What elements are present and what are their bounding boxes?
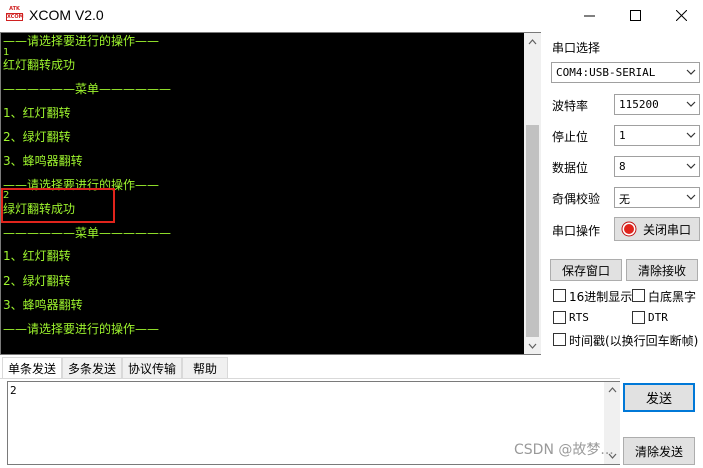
chevron-down-icon	[686, 132, 696, 138]
data-bits-value: 8	[619, 160, 626, 173]
close-port-button[interactable]: 关闭串口	[614, 217, 700, 241]
chevron-down-icon	[686, 101, 696, 107]
baud-value: 115200	[619, 98, 659, 111]
app-logo: ATK XCOM	[6, 6, 24, 24]
scroll-down-icon[interactable]	[524, 337, 541, 354]
white-black-checkbox[interactable]	[632, 289, 645, 302]
logo-text-top: ATK	[9, 6, 20, 12]
tab-divider	[0, 378, 620, 379]
stop-bits-value: 1	[619, 129, 626, 142]
highlight-box	[1, 188, 115, 223]
stop-bits-select[interactable]: 1	[614, 125, 700, 146]
watermark: CSDN @故梦...	[514, 442, 614, 458]
receive-area[interactable]: ——请选择要进行的操作—— 1 红灯翻转成功 ——————菜单—————— 1、…	[0, 32, 541, 355]
receive-line: 3、蜂鸣器翻转	[3, 298, 83, 312]
port-status-icon	[621, 221, 637, 237]
receive-line: 2、绿灯翻转	[3, 130, 71, 144]
clear-send-button[interactable]: 清除发送	[623, 437, 695, 465]
receive-line: 1	[3, 47, 10, 58]
scroll-thumb[interactable]	[526, 125, 539, 337]
clear-receive-button[interactable]: 清除接收	[626, 259, 698, 281]
close-icon	[675, 10, 687, 21]
tab-multi-send[interactable]: 多条发送	[62, 357, 122, 378]
save-window-button[interactable]: 保存窗口	[550, 259, 622, 281]
close-port-label: 关闭串口	[643, 222, 692, 237]
receive-line: 1、红灯翻转	[3, 106, 71, 120]
send-text: 2	[10, 384, 17, 397]
baud-select[interactable]: 115200	[614, 94, 700, 115]
rts-label: RTS	[569, 311, 589, 324]
chevron-down-icon	[686, 69, 696, 75]
dtr-checkbox[interactable]	[632, 311, 645, 324]
baud-label: 波特率	[552, 99, 589, 113]
parity-select[interactable]: 无	[614, 187, 700, 208]
port-label: 串口选择	[552, 41, 601, 55]
dtr-label: DTR	[648, 311, 668, 324]
chevron-down-icon	[686, 194, 696, 200]
timestamp-checkbox[interactable]	[553, 333, 566, 346]
tab-help[interactable]: 帮助	[182, 357, 228, 378]
minimize-button[interactable]	[566, 0, 612, 31]
receive-scrollbar[interactable]	[524, 33, 541, 354]
window-title: XCOM V2.0	[29, 7, 104, 23]
receive-line: ——————菜单——————	[3, 82, 172, 96]
data-bits-select[interactable]: 8	[614, 156, 700, 177]
port-select[interactable]: COM4:USB-SERIAL	[551, 62, 700, 83]
tab-single-send[interactable]: 单条发送	[2, 357, 62, 378]
receive-line: 3、蜂鸣器翻转	[3, 154, 83, 168]
scroll-up-icon[interactable]	[524, 33, 541, 50]
maximize-button[interactable]	[612, 0, 658, 31]
tab-protocol[interactable]: 协议传输	[122, 357, 182, 378]
white-black-label: 白底黑字	[648, 290, 697, 304]
port-value: COM4:USB-SERIAL	[556, 66, 656, 79]
hex-display-label: 16进制显示	[569, 290, 633, 304]
rts-checkbox[interactable]	[553, 311, 566, 324]
close-button[interactable]	[658, 0, 703, 31]
logo-text-bottom: XCOM	[6, 13, 24, 21]
scroll-up-icon[interactable]	[604, 382, 620, 398]
chevron-down-icon	[686, 163, 696, 169]
send-button[interactable]: 发送	[623, 383, 695, 412]
receive-line: 1、红灯翻转	[3, 249, 71, 263]
minimize-icon	[583, 15, 595, 17]
maximize-icon	[629, 10, 641, 21]
hex-display-checkbox[interactable]	[553, 289, 566, 302]
timestamp-label: 时间戳(以换行回车断帧)	[569, 334, 699, 348]
parity-label: 奇偶校验	[552, 192, 601, 206]
receive-line: ——请选择要进行的操作——	[3, 322, 160, 336]
receive-line: 2、绿灯翻转	[3, 274, 71, 288]
receive-line: 红灯翻转成功	[3, 58, 76, 72]
port-operation-label: 串口操作	[552, 224, 601, 238]
data-bits-label: 数据位	[552, 161, 589, 175]
title-bar: ATK XCOM XCOM V2.0	[0, 0, 703, 31]
parity-value: 无	[619, 193, 630, 206]
receive-line: ——————菜单——————	[3, 226, 172, 240]
receive-line: ——请选择要进行的操作——	[3, 34, 160, 48]
stop-bits-label: 停止位	[552, 130, 589, 144]
